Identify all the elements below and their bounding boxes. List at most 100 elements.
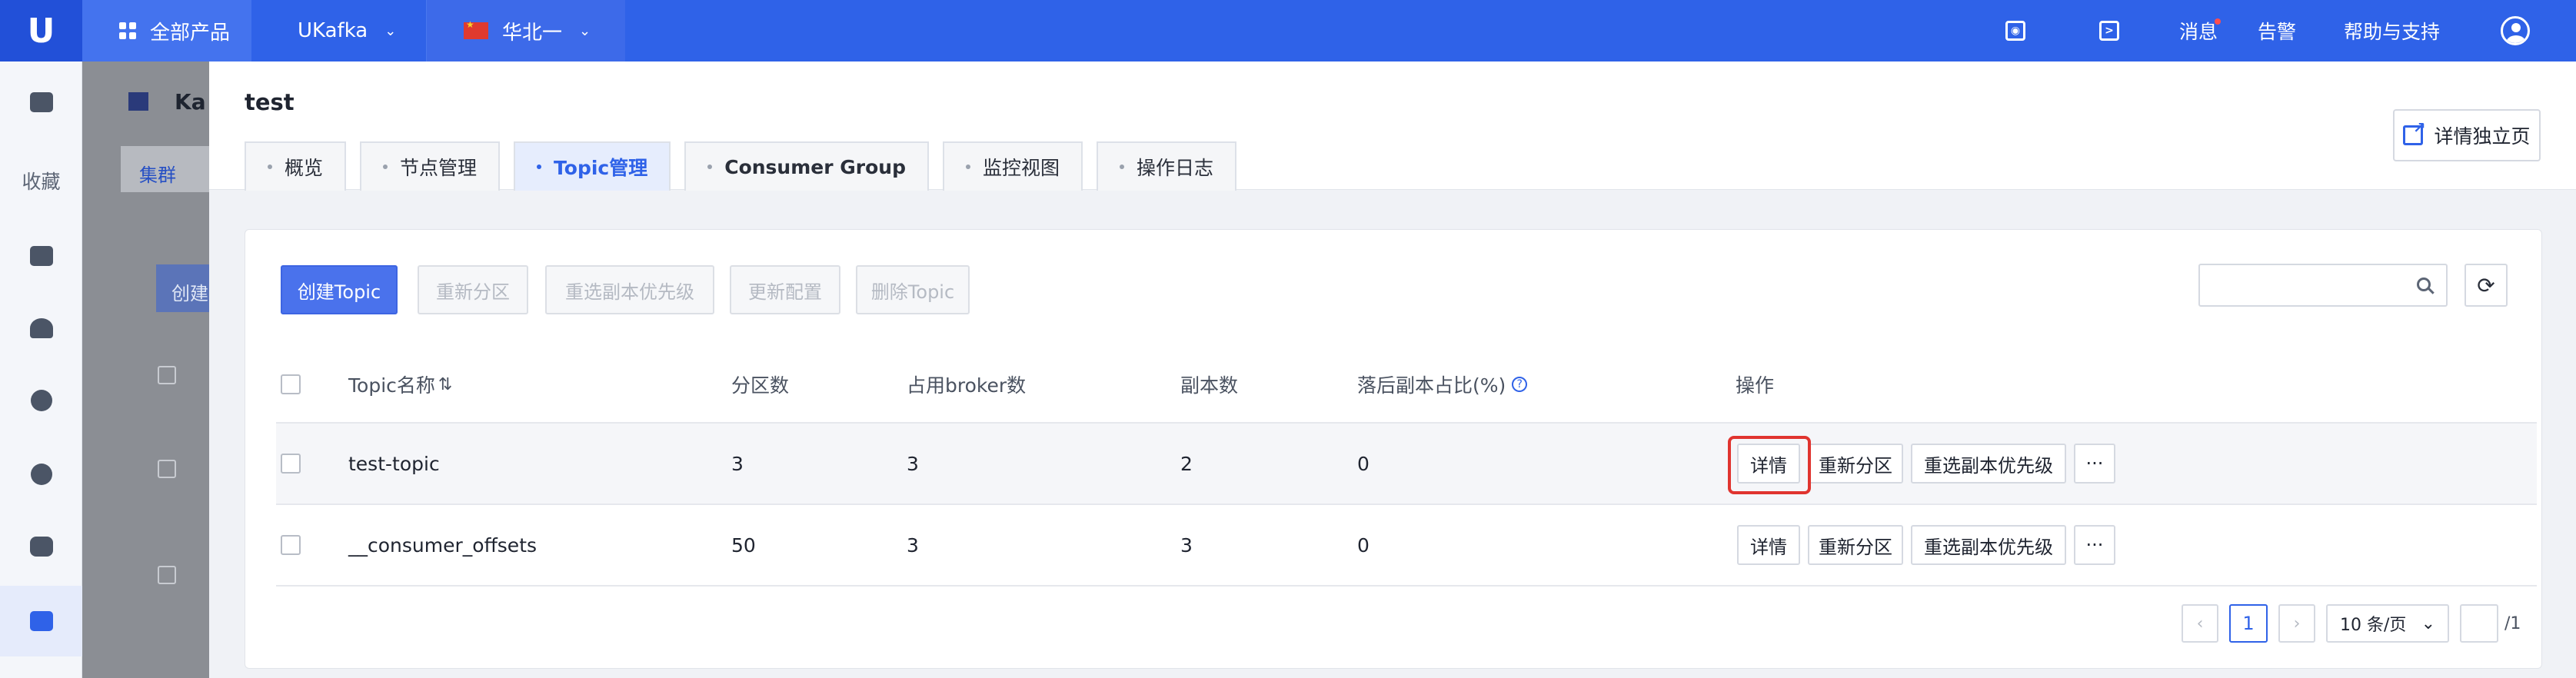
top-navigation-bar: U 全部产品 UKafka ⌄ 华北一 ⌄ ◉ > 消息 告警 帮助与支持 xyxy=(0,0,2576,61)
product-selector[interactable]: UKafka ⌄ xyxy=(251,0,427,61)
background-checkbox xyxy=(158,566,176,584)
delete-topic-label: 删除Topic xyxy=(870,281,955,303)
sidebar-item-console[interactable] xyxy=(0,75,82,129)
repartition-button[interactable]: 重新分区 xyxy=(418,265,528,314)
column-partitions: 分区数 xyxy=(731,347,789,422)
table-row: test-topic 3 3 2 0 详情 重新分区 重选副本优先级 ··· xyxy=(276,424,2537,505)
prev-page-button[interactable]: ‹ xyxy=(2182,604,2218,643)
sidebar-item-network[interactable] xyxy=(0,374,82,427)
all-products-menu[interactable]: 全部产品 xyxy=(82,0,251,61)
update-config-button[interactable]: 更新配置 xyxy=(730,265,840,314)
reelect-label: 重选副本优先级 xyxy=(1924,454,2053,477)
next-icon: › xyxy=(2293,613,2301,633)
product-label: UKafka xyxy=(298,19,368,42)
cell-topic-name: __consumer_offsets xyxy=(348,533,537,557)
terminal-button[interactable]: > xyxy=(2099,0,2119,61)
chevron-down-icon: ⌄ xyxy=(2421,613,2435,633)
help-icon[interactable]: ? xyxy=(1512,377,1528,392)
row-reelect-button[interactable]: 重选副本优先级 xyxy=(1911,444,2066,484)
detail-label: 详情 xyxy=(1750,536,1787,558)
column-brokers: 占用broker数 xyxy=(907,347,1026,422)
tab-label: 概览 xyxy=(285,157,324,179)
alarm-link[interactable]: 告警 xyxy=(2258,0,2296,61)
sidebar-item-ukafka[interactable] xyxy=(0,586,82,656)
sort-icon[interactable]: ⇅ xyxy=(438,375,452,394)
drawer-title: test xyxy=(245,89,295,115)
sidebar-item-security[interactable] xyxy=(0,520,82,573)
kafka-icon xyxy=(29,611,53,631)
sidebar-item-host[interactable] xyxy=(0,229,82,283)
page-jump-input[interactable] xyxy=(2460,604,2498,643)
sidebar-item-transfer[interactable] xyxy=(0,447,82,501)
chevron-down-icon: ⌄ xyxy=(579,22,591,39)
all-products-label: 全部产品 xyxy=(150,21,231,45)
delete-topic-button[interactable]: 删除Topic xyxy=(856,265,970,314)
transfer-icon xyxy=(30,464,52,485)
row-repartition-button[interactable]: 重新分区 xyxy=(1808,525,1903,565)
row-checkbox-cell xyxy=(281,424,301,504)
search-tool-button[interactable]: ◉ xyxy=(2005,0,2025,61)
messages-label: 消息 xyxy=(2179,21,2218,43)
row-checkbox[interactable] xyxy=(281,535,301,555)
page-1-button[interactable]: 1 xyxy=(2229,604,2268,643)
create-topic-button[interactable]: 创建Topic xyxy=(281,265,398,314)
column-lag-ratio: 落后副本占比(%)? xyxy=(1357,347,1528,422)
tab-label: Topic管理 xyxy=(554,157,648,179)
pagination: ‹ 1 › 10 条/页 ⌄ /1 xyxy=(2182,603,2521,643)
refresh-button[interactable]: ⟳ xyxy=(2465,264,2508,307)
tab-monitoring[interactable]: 监控视图 xyxy=(943,141,1083,191)
row-reelect-button[interactable]: 重选副本优先级 xyxy=(1911,525,2066,565)
background-cluster-tab: 集群 xyxy=(121,146,209,192)
tab-consumer-group[interactable]: Consumer Group xyxy=(684,141,929,191)
help-link[interactable]: 帮助与支持 xyxy=(2344,0,2440,61)
tab-bullet xyxy=(707,165,713,169)
detail-button[interactable]: 详情 xyxy=(1737,525,1800,565)
tab-label: 监控视图 xyxy=(983,157,1060,179)
tab-topics[interactable]: Topic管理 xyxy=(514,141,671,191)
column-label: 落后副本占比(%) xyxy=(1357,374,1506,397)
cell-topic-name: test-topic xyxy=(348,452,440,475)
select-all-checkbox-cell xyxy=(281,347,301,422)
region-selector[interactable]: 华北一 ⌄ xyxy=(427,0,625,61)
select-all-checkbox[interactable] xyxy=(281,374,301,394)
terminal-icon: > xyxy=(2099,21,2119,41)
tab-nodes[interactable]: 节点管理 xyxy=(360,141,501,191)
more-actions-button[interactable]: ··· xyxy=(2074,444,2115,484)
tab-bullet xyxy=(383,165,388,169)
row-repartition-button[interactable]: 重新分区 xyxy=(1808,444,1903,484)
tab-overview[interactable]: 概览 xyxy=(245,141,347,191)
reelect-priority-button[interactable]: 重选副本优先级 xyxy=(545,265,714,314)
cell-replicas: 2 xyxy=(1180,452,1193,475)
shield-icon xyxy=(29,537,53,557)
reelect-priority-label: 重选副本优先级 xyxy=(565,281,694,303)
sidebar-item-storage[interactable] xyxy=(0,301,82,355)
open-detail-page-button[interactable]: 详情独立页 xyxy=(2393,109,2541,161)
column-label: 占用broker数 xyxy=(907,374,1027,397)
column-topic-name[interactable]: Topic名称 ⇅ xyxy=(348,347,452,422)
tab-bullet xyxy=(966,165,970,169)
reelect-label: 重选副本优先级 xyxy=(1924,536,2053,558)
next-page-button[interactable]: › xyxy=(2278,604,2315,643)
create-topic-label: 创建Topic xyxy=(297,281,381,303)
row-actions: 详情 重新分区 重选副本优先级 ··· xyxy=(1737,505,2123,585)
messages-link[interactable]: 消息 xyxy=(2179,0,2218,61)
highlight-annotation xyxy=(1728,436,1811,494)
prev-icon: ‹ xyxy=(2196,613,2204,633)
tab-bullet xyxy=(537,165,542,169)
tab-label: Consumer Group xyxy=(724,155,906,178)
tab-operation-log[interactable]: 操作日志 xyxy=(1097,141,1237,191)
topic-table: Topic名称 ⇅ 分区数 占用broker数 副本数 落后副本占比(%)? 操作… xyxy=(276,347,2537,587)
refresh-icon: ⟳ xyxy=(2477,272,2495,298)
repartition-label: 重新分区 xyxy=(1819,454,1892,477)
sidebar-item-favorites[interactable]: 收藏 xyxy=(0,154,82,208)
kafka-page-icon xyxy=(128,92,148,111)
help-label: 帮助与支持 xyxy=(2344,21,2441,43)
server-icon xyxy=(29,246,53,266)
more-icon: ··· xyxy=(2085,453,2104,474)
row-checkbox[interactable] xyxy=(281,454,301,474)
page-size-select[interactable]: 10 条/页 ⌄ xyxy=(2326,604,2449,643)
search-input[interactable] xyxy=(2198,264,2448,307)
more-actions-button[interactable]: ··· xyxy=(2074,525,2115,565)
ucloud-logo[interactable]: U xyxy=(0,0,82,61)
user-avatar-button[interactable] xyxy=(2501,0,2530,61)
